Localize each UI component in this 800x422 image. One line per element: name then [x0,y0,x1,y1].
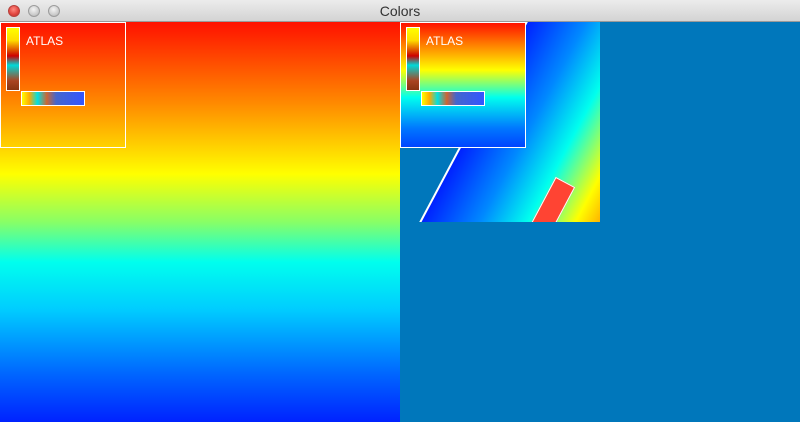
window-title: Colors [379,3,421,19]
horizontal-colorbar [21,91,85,106]
vertical-colorbar [6,27,20,91]
app-window: Colors ATLAS ATLAS [0,0,800,422]
horizontal-colorbar [421,91,485,106]
title-bar[interactable]: Colors [0,0,800,22]
vertical-colorbar [406,27,420,91]
colormap-inset-left[interactable]: ATLAS [0,22,126,148]
colormap-inset-right[interactable]: ATLAS [400,22,526,148]
colormap-label: ATLAS [426,34,464,48]
colormap-label: ATLAS [26,34,64,48]
